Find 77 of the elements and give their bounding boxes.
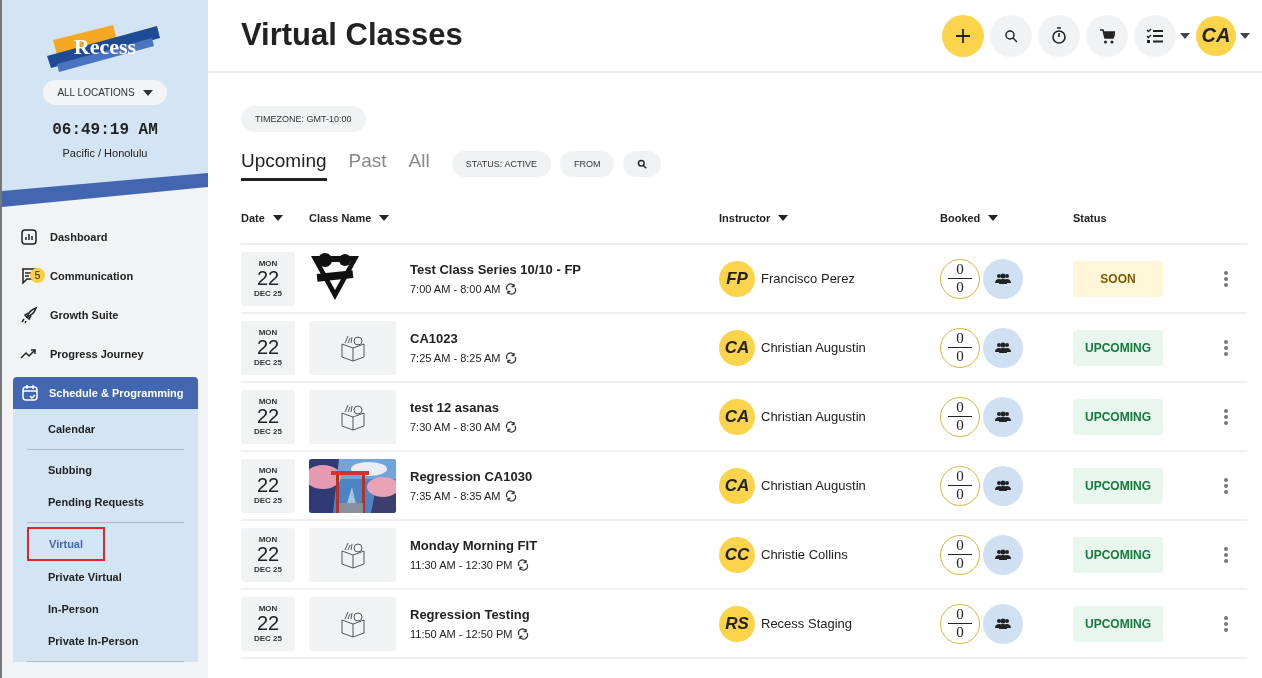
weekday-label: MON [258,604,278,613]
column-header[interactable]: Status [1073,212,1107,224]
class-time: 11:50 AM - 12:50 PM [410,628,513,640]
page-title: Virtual Classes [241,16,464,54]
nav-item[interactable]: Schedule & Programming [13,377,198,409]
notification-badge: 5 [30,268,45,283]
location-dropdown[interactable]: ALL LOCATIONS [43,80,167,105]
class-name: Monday Morning FIT [410,538,539,553]
weekday-label: MON [258,535,278,544]
instructor-name: Christie Collins [761,547,848,562]
submenu-item[interactable]: Subbing [27,454,113,486]
clock: 06:49:19 AM [52,121,158,139]
submenu-item[interactable]: Virtual [27,527,106,561]
nav-item[interactable]: Growth Suite [13,295,198,334]
instructor-name: Francisco Perez [761,271,855,286]
class-time: 7:35 AM - 8:35 AM [410,490,501,502]
instructor-name: Christian Augustin [761,478,866,493]
month-label: DEC 25 [254,427,282,436]
month-label: DEC 25 [254,358,282,367]
instructor-avatar: CA [719,467,755,504]
day-number: 22 [256,268,280,289]
class-time: 7:30 AM - 8:30 AM [410,421,501,433]
class-name: Regression CA1030 [410,469,534,484]
class-name: CA1023 [410,331,459,346]
column-header[interactable]: Booked [940,212,999,224]
user-avatar[interactable]: CA [1196,15,1236,56]
day-number: 22 [256,613,280,634]
weekday-label: MON [258,397,278,406]
column-header[interactable]: Date [241,212,283,224]
tab[interactable]: Upcoming [241,146,327,181]
instructor-avatar: FP [719,260,755,297]
filter-chip[interactable]: FROM [559,150,615,177]
instructor-name: Christian Augustin [761,340,866,355]
weekday-label: MON [258,259,278,268]
filter-chip[interactable]: STATUS: ACTIVE [451,150,551,177]
nav-item[interactable]: Progress Journey [13,334,198,373]
status-badge: UPCOMING [1073,329,1163,366]
month-label: DEC 25 [254,289,282,298]
submenu-item[interactable]: Private In-Person [27,625,160,657]
day-number: 22 [256,406,280,427]
timezone-chip: TIMEZONE: GMT-10:00 [241,106,366,132]
class-time: 7:00 AM - 8:00 AM [410,283,501,295]
day-number: 22 [256,337,280,358]
nav-item[interactable]: 5 Communication [13,256,198,295]
timezone-label: Pacific / Honolulu [62,147,148,159]
class-name: Test Class Series 10/10 - FP [410,262,583,277]
month-label: DEC 25 [254,565,282,574]
instructor-avatar: RS [719,605,755,642]
status-badge: UPCOMING [1073,605,1163,642]
instructor-name: Christian Augustin [761,409,866,424]
class-time: 11:30 AM - 12:30 PM [410,559,513,571]
instructor-avatar: CC [719,536,755,573]
class-name: test 12 asanas [410,400,500,415]
submenu-item[interactable]: In-Person [27,593,120,625]
status-badge: UPCOMING [1073,398,1163,435]
column-header[interactable]: Instructor [719,212,789,224]
class-name: Regression Testing [410,607,531,622]
instructor-avatar: CA [719,329,755,366]
submenu-item[interactable]: Private Virtual [27,561,143,593]
weekday-label: MON [258,328,278,337]
month-label: DEC 25 [254,634,282,643]
status-badge: SOON [1073,260,1163,297]
column-header[interactable]: Class Name [309,212,390,224]
class-time: 7:25 AM - 8:25 AM [410,352,501,364]
day-number: 22 [256,544,280,565]
status-badge: UPCOMING [1073,467,1163,504]
instructor-avatar: CA [719,398,755,435]
day-number: 22 [256,475,280,496]
submenu-item[interactable]: Calendar [27,413,117,445]
instructor-name: Recess Staging [761,616,853,631]
month-label: DEC 25 [254,496,282,505]
nav-item[interactable]: Dashboard [13,217,198,256]
tab[interactable]: All [408,146,430,181]
tab[interactable]: Past [348,146,387,181]
weekday-label: MON [258,466,278,475]
status-badge: UPCOMING [1073,536,1163,573]
submenu-item[interactable]: Pending Requests [27,486,165,518]
